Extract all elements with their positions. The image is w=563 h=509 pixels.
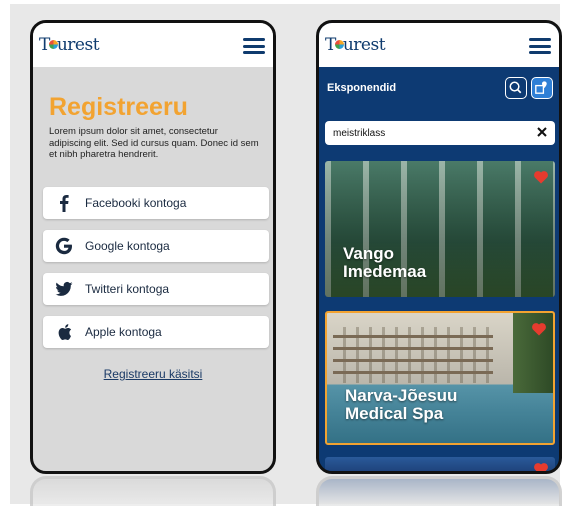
app-header: Turest — [33, 23, 273, 67]
card-title-line: Narva-Jõesuu — [345, 386, 458, 405]
search-icon — [509, 81, 522, 94]
google-login-button[interactable]: Google kontoga — [43, 230, 269, 262]
tourest-logo[interactable]: Turest — [325, 35, 386, 55]
facebook-icon — [60, 195, 69, 212]
logo-text: urest — [342, 35, 386, 55]
close-icon[interactable] — [535, 125, 549, 139]
section-title: Eksponendid — [327, 82, 397, 94]
hamburger-menu-icon[interactable] — [243, 38, 265, 54]
exhibitor-card-partial[interactable] — [325, 457, 555, 474]
page-description: Lorem ipsum dolor sit amet, consectetur … — [49, 126, 259, 160]
card-title-line: Vango — [343, 244, 395, 263]
heart-icon[interactable] — [533, 461, 549, 474]
card-title: Narva-Jõesuu Medical Spa — [345, 387, 457, 423]
page-title: Registreeru — [49, 93, 188, 121]
facebook-login-label: Facebooki kontoga — [85, 196, 187, 210]
exhibitor-card[interactable]: Narva-Jõesuu Medical Spa — [325, 311, 555, 445]
card-title-line: Imedemaa — [343, 262, 427, 281]
section-bar: Eksponendid — [319, 67, 559, 111]
logo-text: urest — [56, 35, 100, 55]
apple-login-label: Apple kontoga — [85, 325, 162, 339]
phone-reflection-right — [316, 476, 562, 506]
map-pin-icon — [535, 81, 547, 94]
heart-icon[interactable] — [531, 321, 547, 337]
apple-icon — [58, 324, 72, 340]
twitter-login-button[interactable]: Twitteri kontoga — [43, 273, 269, 305]
google-login-label: Google kontoga — [85, 239, 170, 253]
phone-reflection-left — [30, 476, 276, 506]
app-header: Turest — [319, 23, 559, 67]
heart-icon[interactable] — [533, 169, 549, 185]
card-title: Vango Imedemaa — [343, 245, 426, 281]
apple-login-button[interactable]: Apple kontoga — [43, 316, 269, 348]
google-icon — [55, 237, 72, 255]
hotel-photo — [333, 327, 493, 383]
map-view-button[interactable] — [531, 77, 553, 99]
hamburger-menu-icon[interactable] — [529, 38, 551, 54]
registration-screen: Turest Registreeru Lorem ipsum dolor sit… — [30, 20, 276, 474]
twitter-icon — [55, 281, 73, 296]
manual-registration-link[interactable]: Registreeru käsitsi — [33, 367, 273, 381]
tourest-logo[interactable]: Turest — [39, 35, 100, 55]
exhibitors-screen: Turest Eksponendid Vango Imedemaa Narva-… — [316, 20, 562, 474]
search-input[interactable] — [333, 126, 523, 140]
twitter-login-label: Twitteri kontoga — [85, 282, 170, 296]
card-title-line: Medical Spa — [345, 404, 444, 423]
exhibitor-card[interactable]: Vango Imedemaa — [325, 161, 555, 297]
facebook-login-button[interactable]: Facebooki kontoga — [43, 187, 269, 219]
search-toggle-button[interactable] — [505, 77, 527, 99]
search-field[interactable] — [325, 121, 555, 145]
